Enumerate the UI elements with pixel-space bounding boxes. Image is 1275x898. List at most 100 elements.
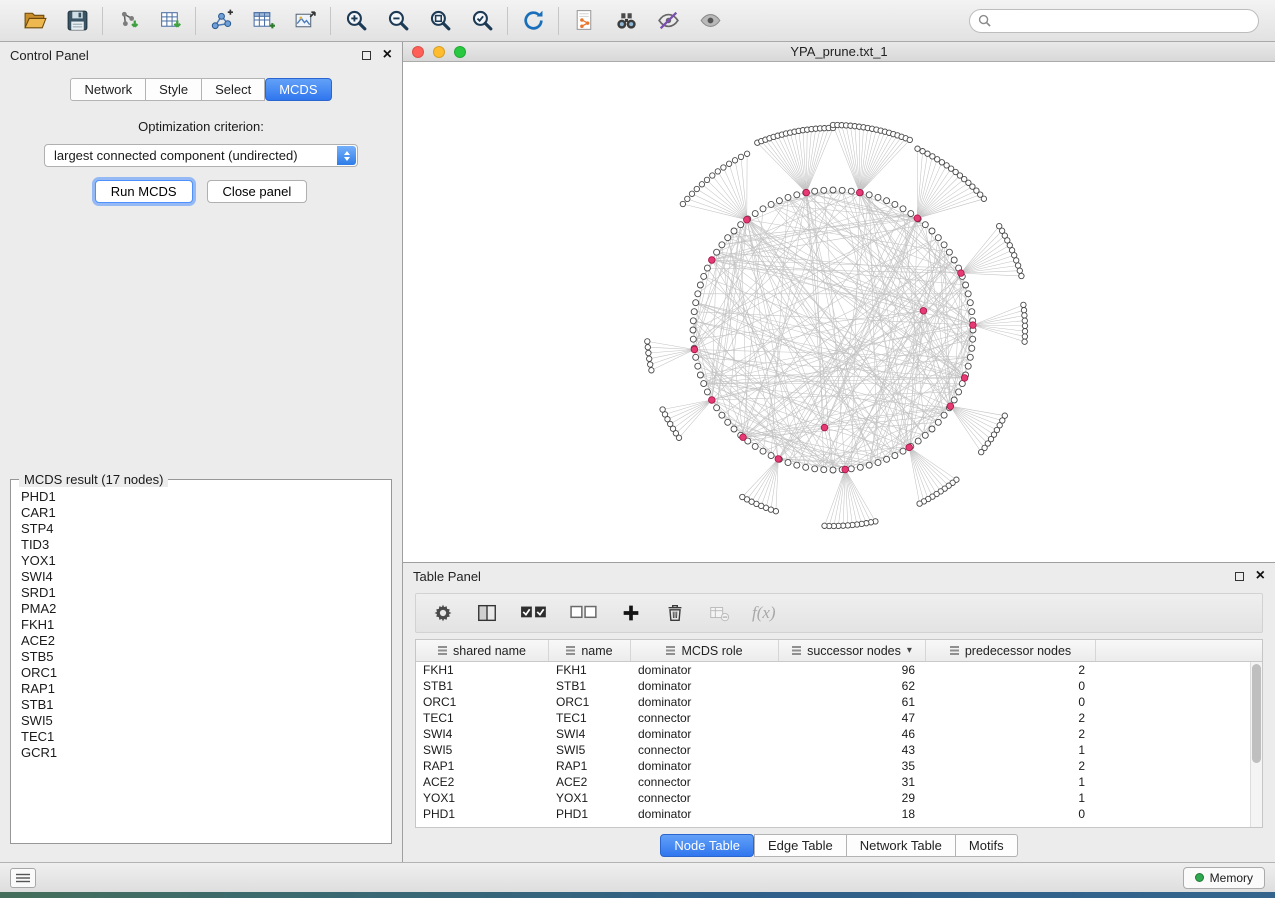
- cell-predecessor-nodes[interactable]: 0: [926, 695, 1096, 709]
- cell-MCDS-role[interactable]: dominator: [631, 807, 779, 821]
- cell-successor-nodes[interactable]: 18: [779, 807, 926, 821]
- delete-row-icon[interactable]: [664, 602, 686, 624]
- search-binoculars-icon[interactable]: [611, 6, 641, 36]
- window-zoom-icon[interactable]: [454, 46, 466, 58]
- cell-predecessor-nodes[interactable]: 2: [926, 727, 1096, 741]
- mcds-result-item[interactable]: STB5: [21, 649, 391, 665]
- column-header-name[interactable]: name: [549, 640, 631, 661]
- cell-successor-nodes[interactable]: 61: [779, 695, 926, 709]
- run-mcds-button[interactable]: Run MCDS: [95, 180, 193, 203]
- zoom-fit-icon[interactable]: [425, 6, 455, 36]
- optimization-criterion-select[interactable]: largest connected component (undirected): [44, 144, 358, 167]
- hide-view-icon[interactable]: [653, 6, 683, 36]
- mcds-result-item[interactable]: STB1: [21, 697, 391, 713]
- float-panel-icon[interactable]: [1235, 572, 1244, 581]
- cell-predecessor-nodes[interactable]: 2: [926, 663, 1096, 677]
- open-folder-icon[interactable]: [20, 6, 50, 36]
- cell-MCDS-role[interactable]: dominator: [631, 695, 779, 709]
- table-row[interactable]: SWI5SWI5connector431: [416, 742, 1262, 758]
- cell-name[interactable]: SWI4: [549, 727, 631, 741]
- dropdown-stepper-icon[interactable]: [337, 146, 356, 165]
- cell-shared-name[interactable]: ACE2: [416, 775, 549, 789]
- function-builder-icon[interactable]: f(x): [752, 603, 776, 623]
- cell-shared-name[interactable]: SWI4: [416, 727, 549, 741]
- scrollbar-thumb[interactable]: [1252, 664, 1261, 763]
- mcds-result-item[interactable]: YOX1: [21, 553, 391, 569]
- mcds-result-item[interactable]: RAP1: [21, 681, 391, 697]
- cell-name[interactable]: RAP1: [549, 759, 631, 773]
- cell-shared-name[interactable]: FKH1: [416, 663, 549, 677]
- mcds-result-item[interactable]: TEC1: [21, 729, 391, 745]
- show-view-icon[interactable]: [695, 6, 725, 36]
- cell-successor-nodes[interactable]: 35: [779, 759, 926, 773]
- column-header-MCDS-role[interactable]: MCDS role: [631, 640, 779, 661]
- table-row[interactable]: TEC1TEC1connector472: [416, 710, 1262, 726]
- delete-table-icon[interactable]: [708, 602, 730, 624]
- cell-shared-name[interactable]: PHD1: [416, 807, 549, 821]
- save-icon[interactable]: [62, 6, 92, 36]
- zoom-out-icon[interactable]: [383, 6, 413, 36]
- table-row[interactable]: ORC1ORC1dominator610: [416, 694, 1262, 710]
- refresh-layout-icon[interactable]: [518, 6, 548, 36]
- zoom-selected-icon[interactable]: [467, 6, 497, 36]
- mcds-result-item[interactable]: GCR1: [21, 745, 391, 761]
- cell-predecessor-nodes[interactable]: 2: [926, 711, 1096, 725]
- cell-MCDS-role[interactable]: connector: [631, 711, 779, 725]
- mcds-result-item[interactable]: ACE2: [21, 633, 391, 649]
- cell-predecessor-nodes[interactable]: 0: [926, 807, 1096, 821]
- cell-MCDS-role[interactable]: connector: [631, 775, 779, 789]
- cell-successor-nodes[interactable]: 96: [779, 663, 926, 677]
- cell-name[interactable]: YOX1: [549, 791, 631, 805]
- cell-shared-name[interactable]: STB1: [416, 679, 549, 693]
- cell-MCDS-role[interactable]: dominator: [631, 663, 779, 677]
- mcds-result-item[interactable]: STP4: [21, 521, 391, 537]
- window-close-icon[interactable]: [412, 46, 424, 58]
- cell-predecessor-nodes[interactable]: 1: [926, 791, 1096, 805]
- add-row-icon[interactable]: [620, 602, 642, 624]
- tab-node-table[interactable]: Node Table: [660, 834, 754, 857]
- cell-successor-nodes[interactable]: 43: [779, 743, 926, 757]
- cell-shared-name[interactable]: RAP1: [416, 759, 549, 773]
- mcds-result-item[interactable]: SWI4: [21, 569, 391, 585]
- cell-predecessor-nodes[interactable]: 0: [926, 679, 1096, 693]
- cell-name[interactable]: STB1: [549, 679, 631, 693]
- mcds-result-item[interactable]: CAR1: [21, 505, 391, 521]
- table-row[interactable]: STB1STB1dominator620: [416, 678, 1262, 694]
- cell-predecessor-nodes[interactable]: 1: [926, 775, 1096, 789]
- cell-name[interactable]: SWI5: [549, 743, 631, 757]
- cell-name[interactable]: TEC1: [549, 711, 631, 725]
- search-input[interactable]: [996, 14, 1250, 28]
- close-panel-icon[interactable]: [1256, 568, 1265, 584]
- tab-select[interactable]: Select: [202, 78, 265, 101]
- memory-button[interactable]: Memory: [1183, 867, 1265, 889]
- cell-MCDS-role[interactable]: dominator: [631, 727, 779, 741]
- cell-shared-name[interactable]: SWI5: [416, 743, 549, 757]
- mcds-result-item[interactable]: SRD1: [21, 585, 391, 601]
- share-document-icon[interactable]: [569, 6, 599, 36]
- cell-successor-nodes[interactable]: 47: [779, 711, 926, 725]
- tab-network[interactable]: Network: [70, 78, 146, 101]
- float-panel-icon[interactable]: [362, 51, 371, 60]
- select-all-icon[interactable]: [520, 602, 548, 624]
- cell-successor-nodes[interactable]: 31: [779, 775, 926, 789]
- import-network-icon[interactable]: [113, 6, 143, 36]
- table-row[interactable]: SWI4SWI4dominator462: [416, 726, 1262, 742]
- table-settings-gear-icon[interactable]: [432, 602, 454, 624]
- network-graph[interactable]: [403, 62, 1275, 562]
- table-row[interactable]: FKH1FKH1dominator962: [416, 662, 1262, 678]
- cell-successor-nodes[interactable]: 29: [779, 791, 926, 805]
- close-panel-button[interactable]: Close panel: [207, 180, 308, 203]
- columns-icon[interactable]: [476, 602, 498, 624]
- unselect-all-icon[interactable]: [570, 602, 598, 624]
- cell-MCDS-role[interactable]: connector: [631, 743, 779, 757]
- import-table-icon[interactable]: [155, 6, 185, 36]
- cell-shared-name[interactable]: TEC1: [416, 711, 549, 725]
- mcds-result-item[interactable]: PMA2: [21, 601, 391, 617]
- cell-successor-nodes[interactable]: 62: [779, 679, 926, 693]
- tab-motifs[interactable]: Motifs: [956, 834, 1018, 857]
- cell-MCDS-role[interactable]: dominator: [631, 759, 779, 773]
- tab-edge-table[interactable]: Edge Table: [754, 834, 847, 857]
- cell-name[interactable]: ACE2: [549, 775, 631, 789]
- tab-network-table[interactable]: Network Table: [847, 834, 956, 857]
- column-header-predecessor-nodes[interactable]: predecessor nodes: [926, 640, 1096, 661]
